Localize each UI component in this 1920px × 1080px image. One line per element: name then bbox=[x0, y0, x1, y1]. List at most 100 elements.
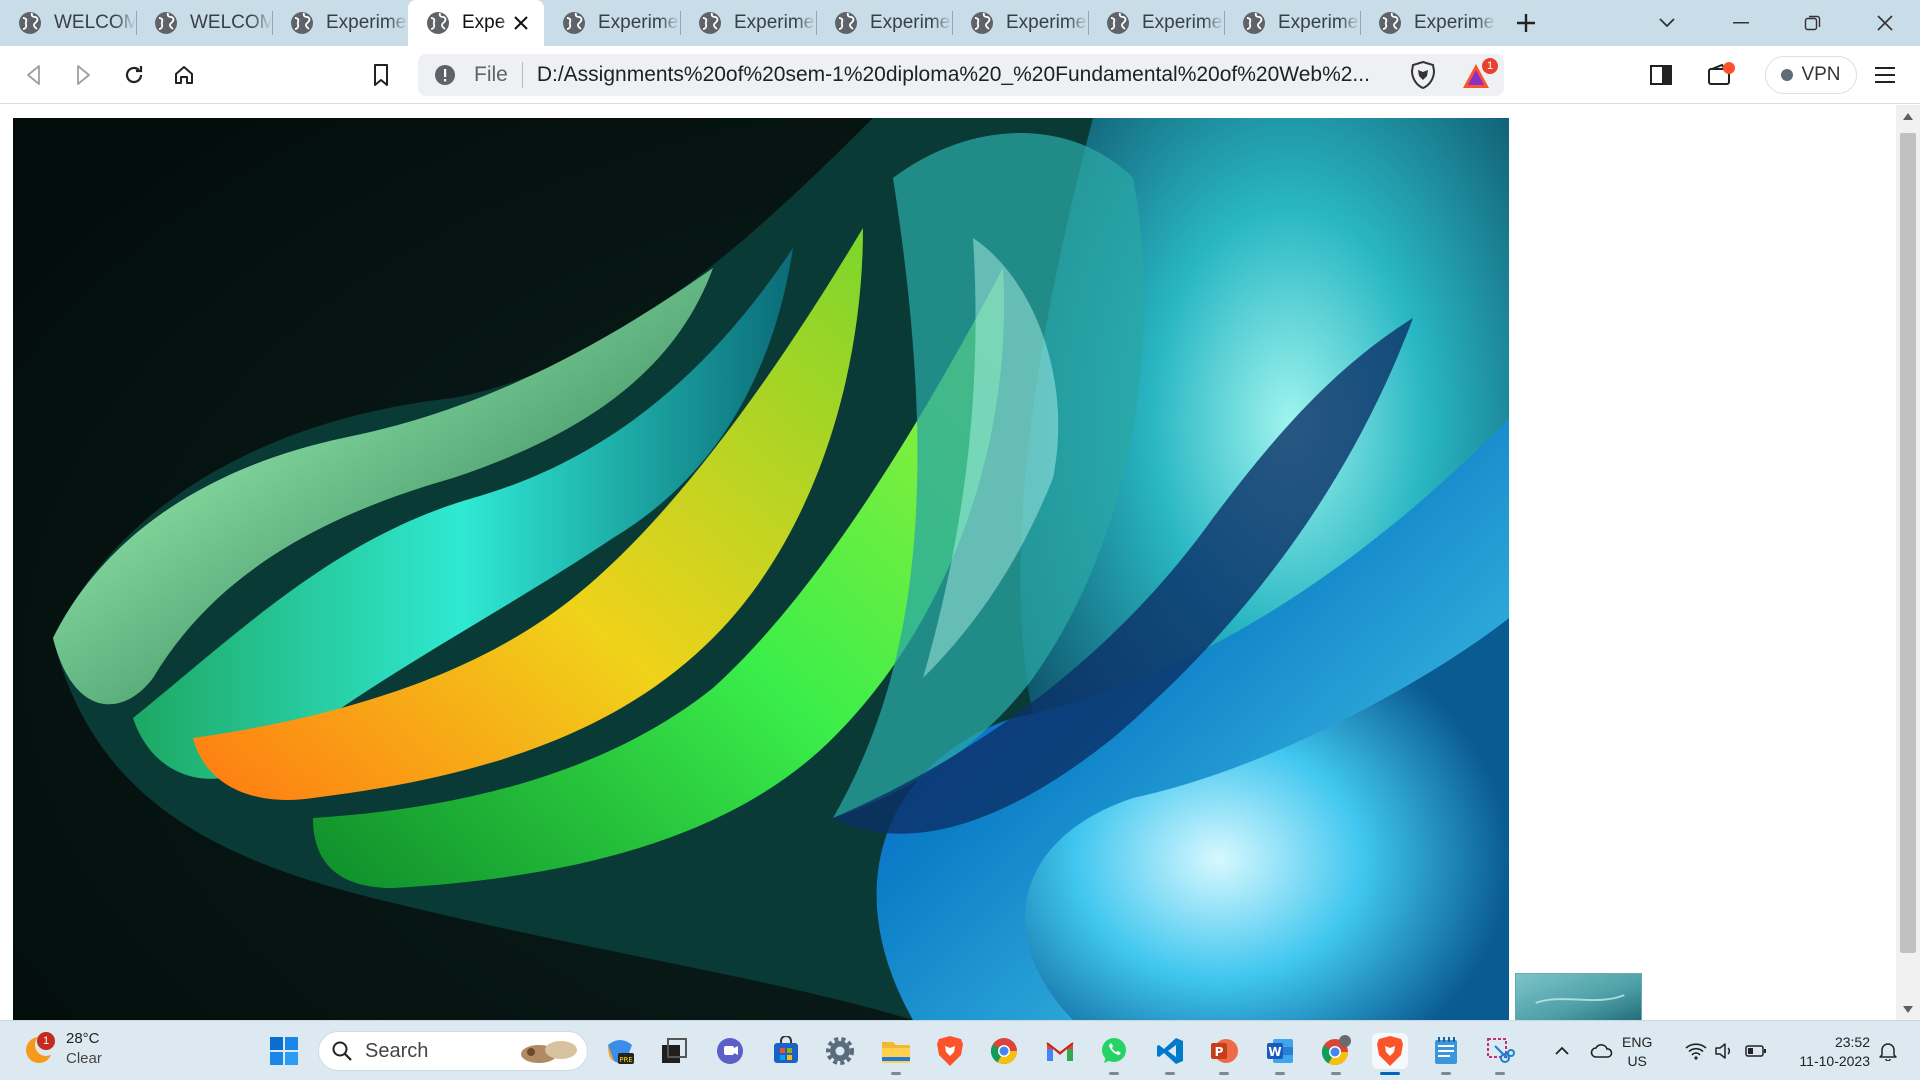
taskbar-file-explorer[interactable] bbox=[878, 1033, 914, 1075]
taskbar-task-view[interactable] bbox=[656, 1033, 692, 1069]
taskbar-chrome[interactable] bbox=[986, 1033, 1022, 1069]
onedrive-button[interactable] bbox=[1584, 1033, 1620, 1069]
globe-icon bbox=[154, 11, 178, 35]
restore-icon bbox=[1804, 15, 1821, 31]
browser-tab[interactable]: Experime bbox=[544, 0, 680, 46]
vpn-label: VPN bbox=[1801, 64, 1841, 85]
main-menu-button[interactable] bbox=[1868, 58, 1902, 92]
taskbar-whatsapp[interactable] bbox=[1096, 1033, 1132, 1075]
page-scrollbar[interactable] bbox=[1896, 105, 1920, 1020]
minimize-icon bbox=[1733, 22, 1749, 24]
taskbar-word[interactable]: W bbox=[1262, 1033, 1298, 1075]
scroll-down-arrow[interactable] bbox=[1896, 998, 1920, 1020]
sidebar-toggle-button[interactable] bbox=[1644, 58, 1678, 92]
show-hidden-icons-button[interactable] bbox=[1544, 1033, 1580, 1069]
running-indicator bbox=[1380, 1072, 1400, 1075]
taskbar-snipping-tool[interactable] bbox=[1482, 1033, 1518, 1075]
browser-tab[interactable]: Experime bbox=[952, 0, 1088, 46]
globe-icon bbox=[970, 11, 994, 35]
browser-tab[interactable]: Experime bbox=[680, 0, 816, 46]
running-indicator bbox=[1441, 1072, 1451, 1075]
tab-title: WELCOM bbox=[54, 12, 136, 33]
chevron-down-icon bbox=[1659, 18, 1675, 28]
back-arrow-icon bbox=[27, 65, 40, 85]
close-window-button[interactable] bbox=[1850, 0, 1920, 46]
tab-search-dropdown[interactable] bbox=[1632, 0, 1702, 46]
scrollbar-thumb[interactable] bbox=[1900, 133, 1916, 953]
taskbar-notepad[interactable] bbox=[1428, 1033, 1464, 1075]
scroll-up-arrow[interactable] bbox=[1896, 105, 1920, 127]
notifications-button[interactable] bbox=[1870, 1033, 1906, 1069]
forward-button[interactable] bbox=[66, 58, 100, 92]
snipping-tool-icon bbox=[1487, 1038, 1515, 1063]
store-icon bbox=[774, 1036, 798, 1063]
system-clock[interactable]: 23:52 11-10-2023 bbox=[1780, 1033, 1870, 1071]
minimize-button[interactable] bbox=[1706, 0, 1776, 46]
reload-button[interactable] bbox=[117, 58, 151, 92]
running-indicator bbox=[1495, 1072, 1505, 1075]
globe-icon bbox=[426, 11, 450, 35]
tab-title: Experime bbox=[1006, 12, 1087, 33]
close-tab-icon[interactable] bbox=[512, 14, 530, 32]
task-view-icon bbox=[662, 1038, 687, 1063]
globe-icon bbox=[562, 11, 586, 35]
running-indicator bbox=[1219, 1072, 1229, 1075]
weather-widget[interactable]: 1 28°C Clear bbox=[24, 1029, 102, 1069]
vpn-button[interactable]: VPN bbox=[1765, 56, 1857, 94]
chevron-up-icon bbox=[1555, 1046, 1569, 1055]
taskbar-chrome-profile[interactable] bbox=[1318, 1033, 1354, 1075]
new-tab-button[interactable] bbox=[1502, 0, 1550, 46]
whatsapp-icon bbox=[1102, 1038, 1126, 1063]
brave-rewards-button[interactable]: 1 bbox=[1462, 58, 1498, 92]
brave-shields-button[interactable] bbox=[1408, 60, 1438, 90]
word-icon: W bbox=[1267, 1039, 1293, 1063]
browser-tab[interactable]: Experime bbox=[816, 0, 952, 46]
brave-shield-icon bbox=[1410, 61, 1436, 89]
wallpaper-thumbnail bbox=[1515, 973, 1642, 1020]
taskbar-brave-active[interactable] bbox=[1372, 1033, 1408, 1075]
copilot-icon: PRE bbox=[608, 1040, 634, 1064]
hamburger-menu-icon bbox=[1875, 67, 1895, 83]
battery-button[interactable] bbox=[1738, 1033, 1774, 1069]
language-indicator[interactable]: ENG US bbox=[1622, 1033, 1652, 1071]
close-icon bbox=[1877, 15, 1893, 31]
home-button[interactable] bbox=[167, 58, 201, 92]
wallet-button[interactable] bbox=[1704, 58, 1738, 92]
wifi-icon bbox=[1685, 1043, 1707, 1060]
address-bar[interactable]: File D:/Assignments%20of%20sem-1%20diplo… bbox=[418, 54, 1504, 96]
taskbar-settings[interactable] bbox=[822, 1033, 858, 1069]
restore-button[interactable] bbox=[1778, 0, 1848, 46]
browser-tab[interactable]: WELCOM bbox=[136, 0, 272, 46]
scheme-label: File bbox=[474, 63, 508, 86]
taskbar-store[interactable] bbox=[768, 1033, 804, 1069]
globe-icon bbox=[18, 11, 42, 35]
browser-tab[interactable]: WELCOM bbox=[0, 0, 136, 46]
info-icon[interactable] bbox=[434, 64, 456, 86]
brave-lion-icon bbox=[1377, 1036, 1403, 1066]
rewards-badge: 1 bbox=[1482, 58, 1498, 74]
browser-tab[interactable]: Expe bbox=[408, 0, 544, 46]
weather-alert-badge: 1 bbox=[37, 1032, 55, 1050]
chrome-profile-icon bbox=[1321, 1035, 1351, 1066]
taskbar-copilot[interactable]: PRE bbox=[602, 1033, 638, 1069]
bookmark-button[interactable] bbox=[364, 58, 398, 92]
taskbar-gmail[interactable] bbox=[1042, 1033, 1078, 1069]
globe-icon bbox=[1242, 11, 1266, 35]
browser-tab[interactable]: Experime bbox=[1224, 0, 1360, 46]
search-icon bbox=[332, 1041, 352, 1061]
browser-tab[interactable]: Experime bbox=[1088, 0, 1224, 46]
taskbar-vscode[interactable] bbox=[1152, 1033, 1188, 1075]
tab-title: Experime bbox=[870, 12, 951, 33]
start-button[interactable] bbox=[266, 1033, 302, 1069]
wallet-icon bbox=[1708, 62, 1735, 85]
taskbar-powerpoint[interactable]: P bbox=[1206, 1033, 1242, 1075]
taskbar-search-box[interactable]: Search bbox=[318, 1031, 588, 1071]
back-button[interactable] bbox=[17, 58, 51, 92]
globe-icon bbox=[1378, 11, 1402, 35]
taskbar-teams-chat[interactable] bbox=[712, 1033, 748, 1069]
browser-tab[interactable]: Experime bbox=[1360, 0, 1496, 46]
chrome-icon bbox=[990, 1038, 1018, 1065]
url-text[interactable]: D:/Assignments%20of%20sem-1%20diploma%20… bbox=[537, 63, 1403, 87]
browser-tab[interactable]: Experime bbox=[272, 0, 408, 46]
taskbar-brave-1[interactable] bbox=[932, 1033, 968, 1069]
